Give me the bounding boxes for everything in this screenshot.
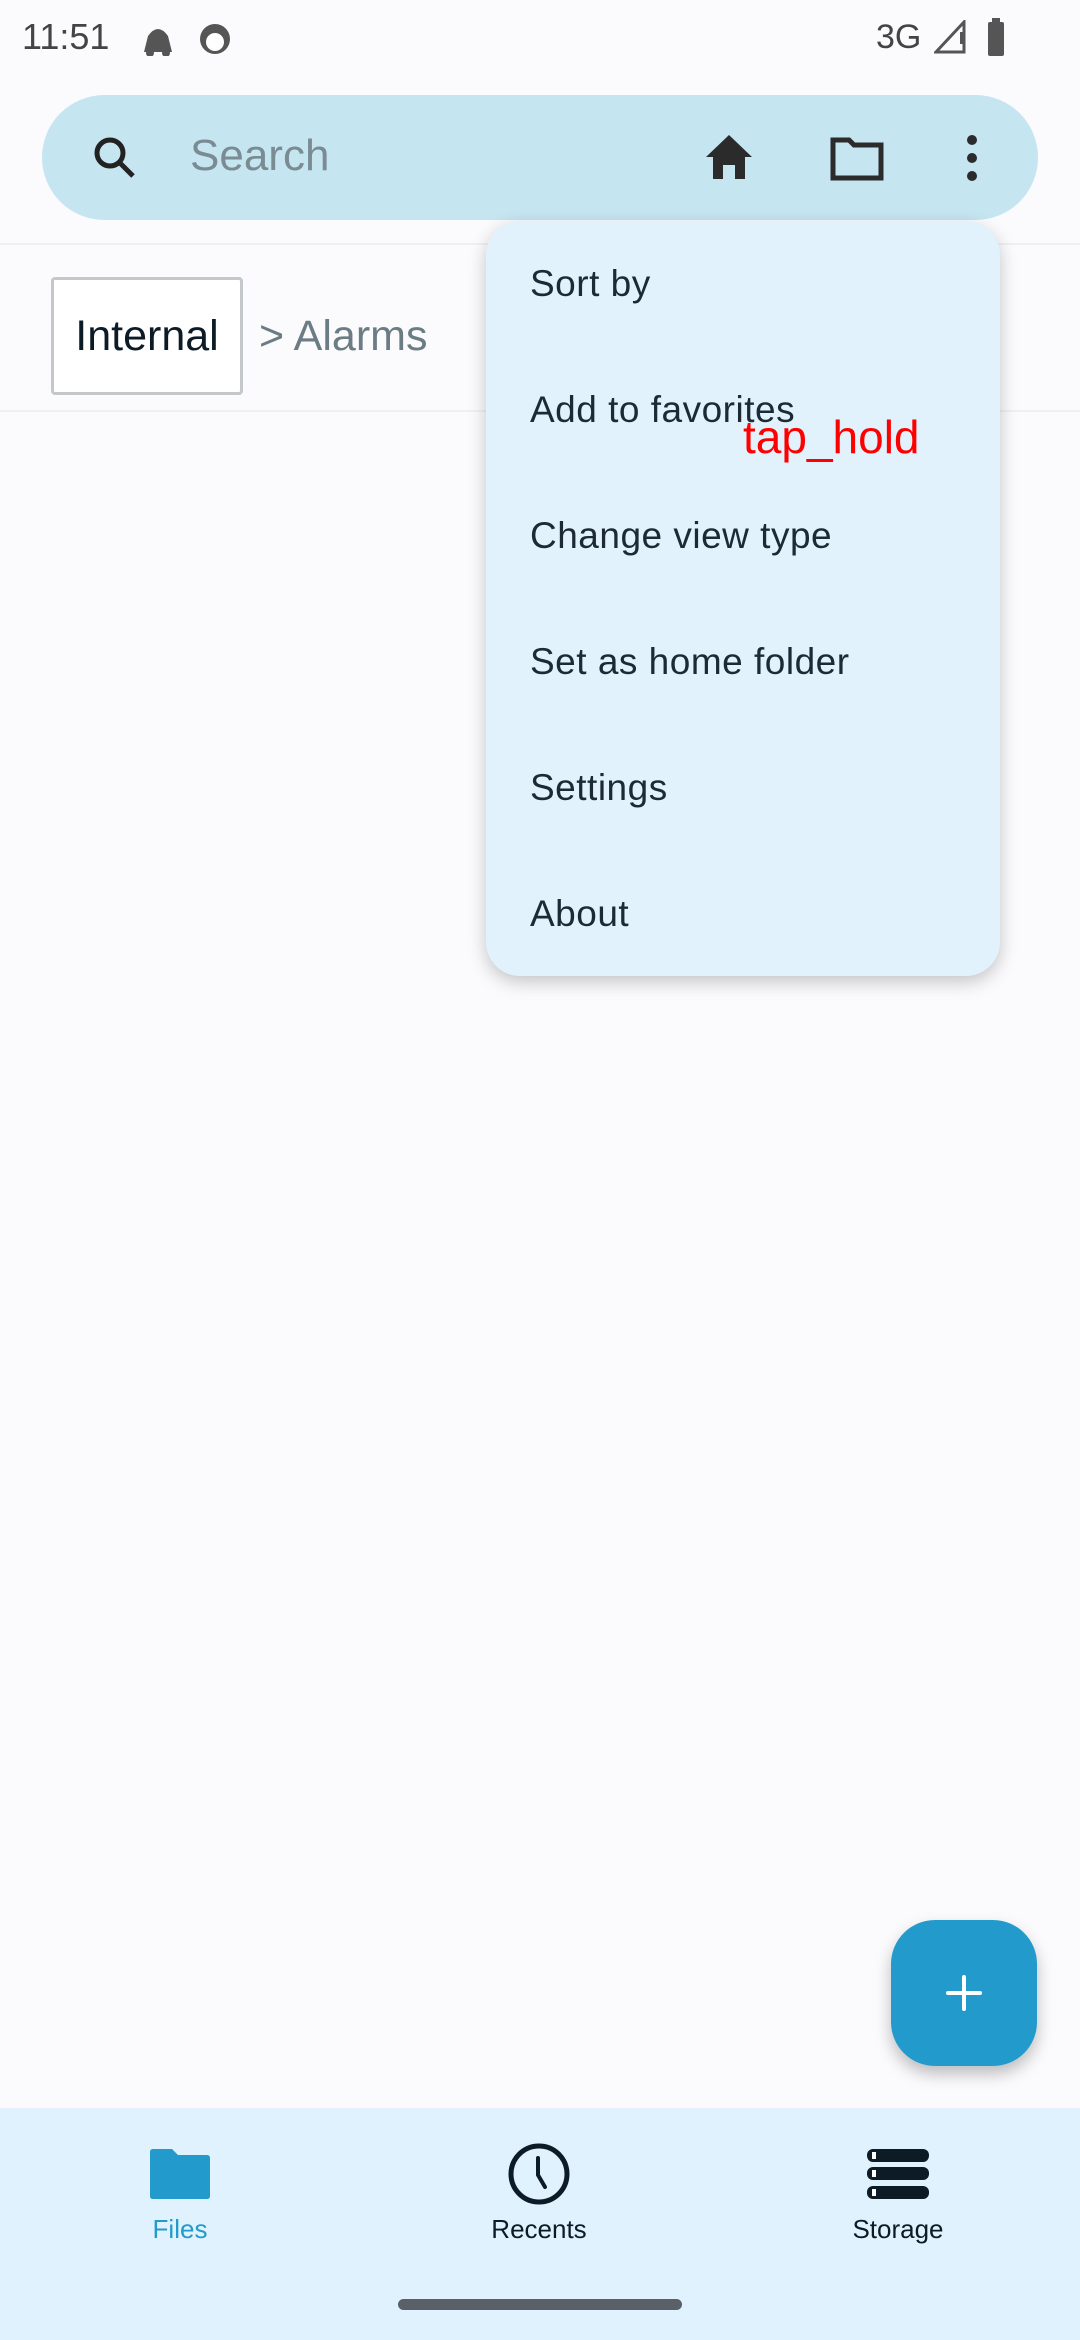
menu-item-about[interactable]: About	[486, 851, 1000, 977]
folder-icon[interactable]	[830, 135, 884, 181]
menu-item-settings[interactable]: Settings	[486, 725, 1000, 851]
clock-icon	[508, 2143, 570, 2205]
nav-storage[interactable]: Storage	[718, 2108, 1078, 2298]
overflow-menu: Sort by Add to favorites Change view typ…	[486, 221, 1000, 976]
tap-hold-annotation: tap_hold	[743, 411, 920, 463]
add-button[interactable]	[891, 1920, 1037, 2066]
nav-label: Files	[152, 2214, 208, 2244]
storage-icon	[867, 2149, 929, 2199]
search-input[interactable]: Search	[190, 131, 329, 181]
nav-label: Recents	[491, 2214, 587, 2244]
folder-icon	[150, 2149, 210, 2199]
status-time: 11:51	[22, 16, 110, 57]
menu-item-change-view-type[interactable]: Change view type	[486, 473, 1000, 599]
menu-item-sort-by[interactable]: Sort by	[486, 221, 1000, 347]
breadcrumb-internal[interactable]: Internal	[51, 277, 243, 395]
search-icon[interactable]	[90, 133, 140, 183]
search-bar[interactable]: Search	[42, 95, 1038, 220]
more-options-icon[interactable]	[962, 133, 982, 183]
network-type: 3G	[876, 18, 922, 56]
home-icon[interactable]	[704, 133, 754, 181]
app-notification-icon	[200, 24, 230, 54]
nav-recents[interactable]: Recents	[359, 2108, 719, 2298]
breadcrumb-current[interactable]: > Alarms	[259, 312, 427, 361]
nav-label: Storage	[852, 2214, 944, 2244]
menu-item-set-as-home-folder[interactable]: Set as home folder	[486, 599, 1000, 725]
plus-icon	[946, 1975, 982, 2011]
battery-icon	[988, 18, 1004, 56]
home-indicator[interactable]	[398, 2299, 682, 2310]
notification-icon	[144, 29, 172, 56]
nav-files[interactable]: Files	[0, 2108, 360, 2298]
status-bar: 11:51 3G	[0, 0, 1080, 80]
signal-icon	[934, 20, 966, 54]
